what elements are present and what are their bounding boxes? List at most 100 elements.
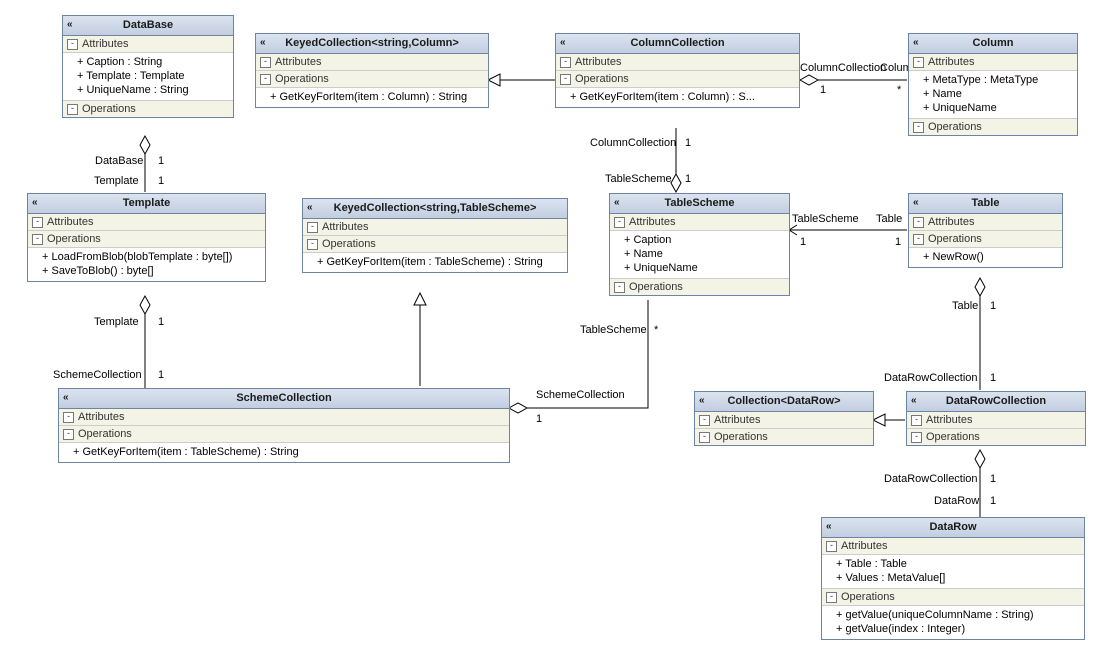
lbl-ts3m: * bbox=[654, 324, 658, 336]
class-name: DataBase bbox=[123, 19, 173, 31]
attributes-label: Attributes bbox=[82, 38, 128, 50]
minus-icon: - bbox=[63, 429, 74, 440]
lbl-ts3: TableScheme bbox=[580, 324, 647, 336]
attributes-header: -Attributes bbox=[909, 54, 1077, 71]
class-name: Template bbox=[123, 197, 170, 209]
class-scheme-collection[interactable]: «SchemeCollection -Attributes -Operation… bbox=[58, 388, 510, 463]
minus-icon: - bbox=[614, 282, 625, 293]
class-template[interactable]: «Template -Attributes -Operations + Load… bbox=[27, 193, 266, 282]
lbl-drc: DataRowCollection bbox=[884, 372, 978, 384]
collapse-icon: « bbox=[307, 202, 311, 213]
op: + SaveToBlob() : byte[] bbox=[42, 264, 261, 278]
minus-icon: - bbox=[913, 234, 924, 245]
attr: + UniqueName : String bbox=[77, 83, 229, 97]
attributes-label: Attributes bbox=[275, 56, 321, 68]
class-keyed-column[interactable]: «KeyedCollection<string,Column> -Attribu… bbox=[255, 33, 489, 108]
minus-icon: - bbox=[260, 74, 271, 85]
operations-label: Operations bbox=[322, 238, 376, 250]
lbl-tblm: 1 bbox=[895, 236, 901, 248]
operations-label: Operations bbox=[575, 73, 629, 85]
attributes-header: -Attributes bbox=[695, 412, 873, 429]
class-title: «SchemeCollection bbox=[59, 389, 509, 409]
class-column-collection[interactable]: « ColumnCollection -Attributes -Operation… bbox=[555, 33, 800, 108]
lbl-sc: SchemeCollection bbox=[53, 369, 142, 381]
lbl-drcm: 1 bbox=[990, 372, 996, 384]
operations-label: Operations bbox=[926, 431, 980, 443]
minus-icon: - bbox=[826, 541, 837, 552]
attr: + Name bbox=[923, 87, 1073, 101]
attributes-header: -Attributes bbox=[610, 214, 789, 231]
attributes-body: + Caption + Name + UniqueName bbox=[610, 231, 789, 279]
operations-header: -Operations bbox=[28, 231, 265, 248]
minus-icon: - bbox=[32, 234, 43, 245]
operations-label: Operations bbox=[275, 73, 329, 85]
operations-body: + LoadFromBlob(blobTemplate : byte[]) + … bbox=[28, 248, 265, 281]
attributes-header: -Attributes bbox=[256, 54, 488, 71]
lbl-cc1: ColumnCollection bbox=[800, 62, 886, 74]
attributes-body: + MetaType : MetaType + Name + UniqueNam… bbox=[909, 71, 1077, 119]
uml-canvas: DataBase 1 Template 1 Template 1 SchemeC… bbox=[0, 0, 1101, 649]
class-title: «DataBase bbox=[63, 16, 233, 36]
attributes-header: -Attributes bbox=[59, 409, 509, 426]
lbl-drc2: DataRowCollection bbox=[884, 473, 978, 485]
lbl-ts1: TableScheme bbox=[605, 173, 672, 185]
collapse-icon: « bbox=[614, 197, 618, 208]
lbl-sc2: SchemeCollection bbox=[536, 389, 625, 401]
operations-header: -Operations bbox=[303, 236, 567, 253]
minus-icon: - bbox=[913, 57, 924, 68]
class-collection-datarow[interactable]: «Collection<DataRow> -Attributes -Operat… bbox=[694, 391, 874, 446]
class-database[interactable]: «DataBase -Attributes + Caption : String… bbox=[62, 15, 234, 118]
attr: + Template : Template bbox=[77, 69, 229, 83]
operations-header: -Operations bbox=[822, 589, 1084, 606]
attributes-header: -Attributes bbox=[63, 36, 233, 53]
class-keyed-tablescheme[interactable]: «KeyedCollection<string,TableScheme> -At… bbox=[302, 198, 568, 273]
class-datarow-collection[interactable]: «DataRowCollection -Attributes -Operatio… bbox=[906, 391, 1086, 446]
op: + GetKeyForItem(item : TableScheme) : St… bbox=[73, 445, 505, 459]
class-name: SchemeCollection bbox=[236, 392, 331, 404]
lbl-db-m: 1 bbox=[158, 155, 164, 167]
class-datarow[interactable]: «DataRow -Attributes + Table : Table + V… bbox=[821, 517, 1085, 640]
attributes-header: -Attributes bbox=[907, 412, 1085, 429]
attributes-label: Attributes bbox=[78, 411, 124, 423]
minus-icon: - bbox=[560, 57, 571, 68]
class-title: «KeyedCollection<string,Column> bbox=[256, 34, 488, 54]
lbl-tbl: Table bbox=[876, 213, 902, 225]
operations-header: -Operations bbox=[610, 279, 789, 295]
class-name: TableScheme bbox=[664, 197, 734, 209]
attributes-header: -Attributes bbox=[556, 54, 799, 71]
attributes-label: Attributes bbox=[928, 216, 974, 228]
minus-icon: - bbox=[699, 432, 710, 443]
collapse-icon: « bbox=[560, 37, 564, 48]
class-name: KeyedCollection<string,Column> bbox=[285, 37, 459, 49]
class-name: DataRowCollection bbox=[946, 395, 1046, 407]
class-title: « TableScheme bbox=[610, 194, 789, 214]
operations-label: Operations bbox=[928, 233, 982, 245]
operations-header: -Operations bbox=[63, 101, 233, 117]
operations-body: + NewRow() bbox=[909, 248, 1062, 267]
minus-icon: - bbox=[826, 592, 837, 603]
class-name: Collection<DataRow> bbox=[727, 395, 840, 407]
class-name: Column bbox=[973, 37, 1014, 49]
class-column[interactable]: «Column -Attributes + MetaType : MetaTyp… bbox=[908, 33, 1078, 136]
operations-header: -Operations bbox=[907, 429, 1085, 445]
op: + GetKeyForItem(item : Column) : String bbox=[270, 90, 484, 104]
operations-label: Operations bbox=[78, 428, 132, 440]
class-tablescheme[interactable]: « TableScheme -Attributes + Caption + Nam… bbox=[609, 193, 790, 296]
lbl-sc-m: 1 bbox=[158, 369, 164, 381]
lbl-cc2: ColumnCollection bbox=[590, 137, 676, 149]
class-name: ColumnCollection bbox=[630, 37, 724, 49]
lbl-sc2m: 1 bbox=[536, 413, 542, 425]
class-name: KeyedCollection<string,TableScheme> bbox=[334, 202, 537, 214]
attributes-label: Attributes bbox=[841, 540, 887, 552]
attr: + UniqueName bbox=[624, 261, 785, 275]
attributes-label: Attributes bbox=[714, 414, 760, 426]
attributes-header: -Attributes bbox=[909, 214, 1062, 231]
lbl-cc1m: 1 bbox=[820, 84, 826, 96]
class-table[interactable]: «Table -Attributes -Operations + NewRow(… bbox=[908, 193, 1063, 268]
minus-icon: - bbox=[911, 432, 922, 443]
attributes-header: -Attributes bbox=[28, 214, 265, 231]
lbl-tpl2: Template bbox=[94, 316, 139, 328]
attr: + Values : MetaValue[] bbox=[836, 571, 1080, 585]
attributes-label: Attributes bbox=[47, 216, 93, 228]
operations-header: -Operations bbox=[695, 429, 873, 445]
